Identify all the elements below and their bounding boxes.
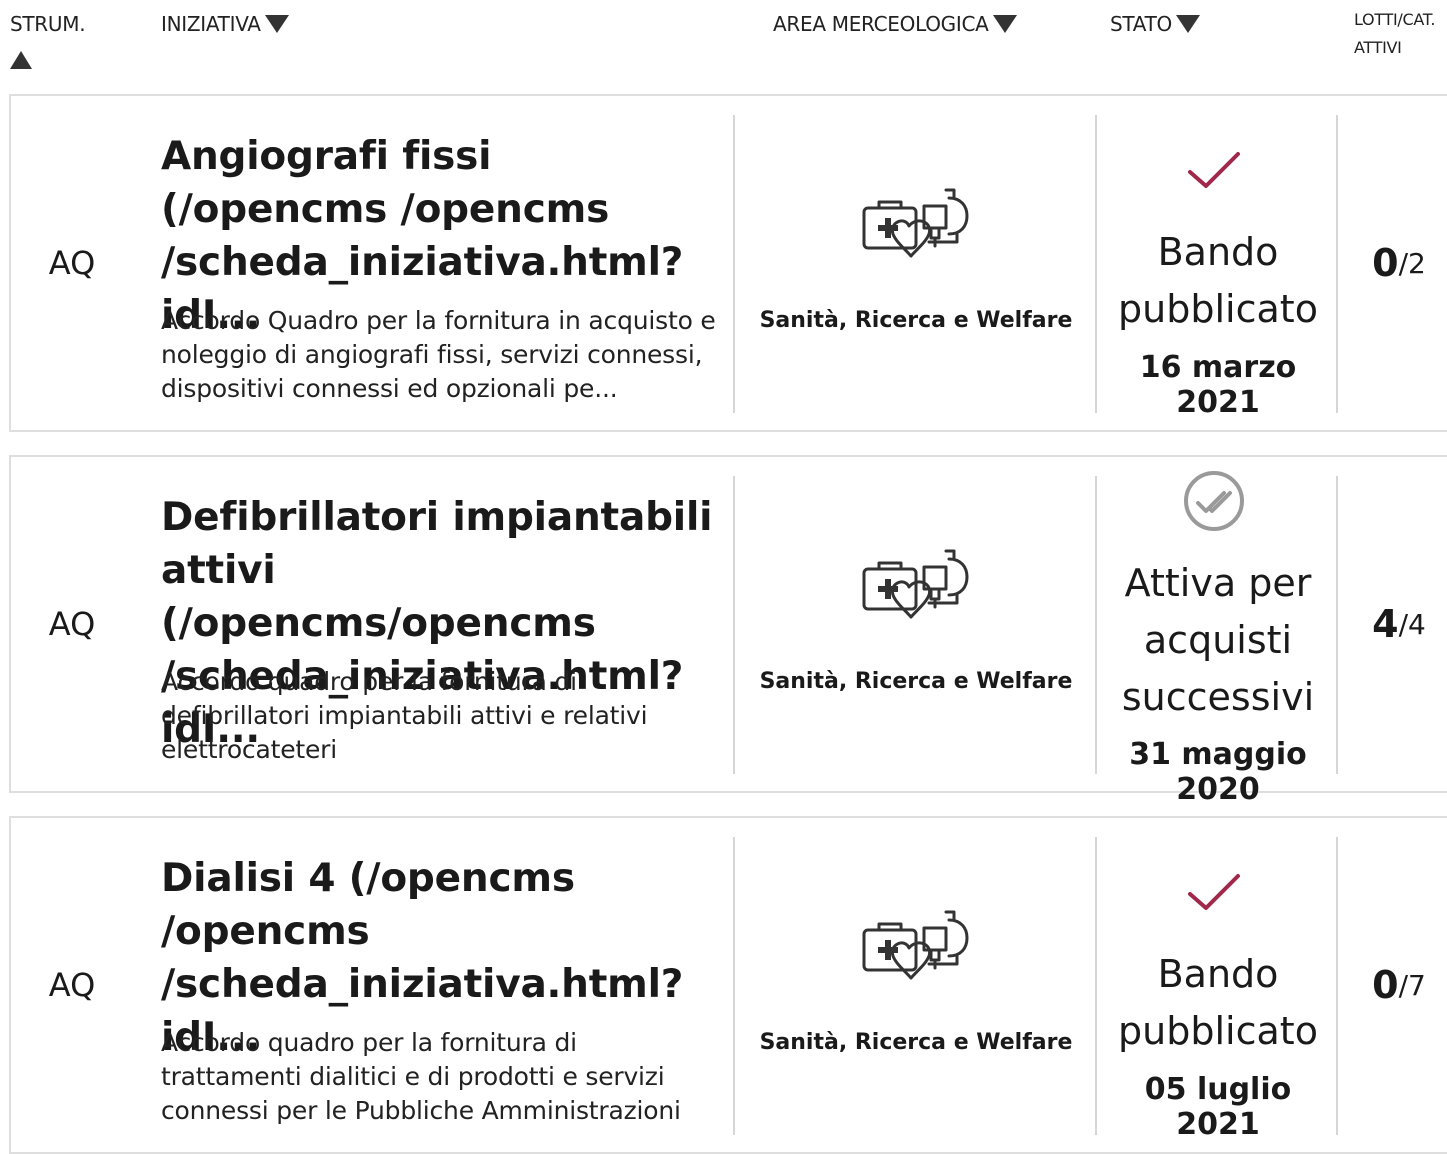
status-cell: Attiva per acquisti successivi 31 maggio… — [1098, 457, 1338, 807]
status-date: 16 marzo 2021 — [1139, 350, 1297, 420]
double-check-circle-icon — [1184, 471, 1244, 531]
column-divider — [733, 837, 735, 1135]
lotti-cell: 0/7 — [1339, 818, 1447, 1152]
sort-descending-icon[interactable] — [992, 15, 1017, 33]
lotti-cell: 4/4 — [1339, 457, 1447, 791]
area-cell: Sanità, Ricerca e Welfare — [736, 457, 1096, 791]
status-cell: Bando pubblicato 16 marzo 2021 — [1098, 96, 1338, 430]
column-divider — [1336, 115, 1338, 413]
sort-ascending-icon[interactable] — [10, 51, 32, 69]
column-divider — [733, 476, 735, 774]
initiative-row[interactable]: AQ Dialisi 4 (/opencms /opencms /scheda_… — [9, 816, 1447, 1154]
lotti-cell: 0/2 — [1339, 96, 1447, 430]
lotti-total-count: /7 — [1398, 968, 1426, 1002]
initiative-row[interactable]: AQ Angiografi fissi (/opencms /opencms /… — [9, 94, 1447, 432]
initiative-cell: Defibrillatori impiantabili attivi (/ope… — [161, 457, 721, 791]
initiative-description: Accordo Quadro per la fornitura in acqui… — [161, 306, 716, 403]
sort-descending-icon[interactable] — [1175, 15, 1200, 33]
column-header-stato[interactable]: STATO — [1110, 12, 1200, 36]
initiative-cell: Dialisi 4 (/opencms /opencms /scheda_ini… — [161, 818, 721, 1152]
column-header-stato-label: STATO — [1110, 12, 1172, 36]
initiative-row[interactable]: AQ Defibrillatori impiantabili attivi (/… — [9, 455, 1447, 807]
initiative-cell: Angiografi fissi (/opencms /opencms /sch… — [161, 96, 721, 430]
status-text: Bando pubblicato — [1118, 230, 1318, 331]
status-date: 05 luglio 2021 — [1144, 1072, 1292, 1142]
medical-kit-heart-microscope-icon — [862, 188, 969, 258]
area-cell: Sanità, Ricerca e Welfare — [736, 818, 1096, 1152]
column-divider — [733, 115, 735, 413]
column-header-lotti-line1: LOTTI/CAT. — [1354, 10, 1436, 29]
column-divider — [1095, 115, 1097, 413]
status-text: Bando pubblicato — [1118, 952, 1318, 1053]
area-label: Sanità, Ricerca e Welfare — [759, 1030, 1073, 1055]
lotti-total-count: /4 — [1398, 607, 1426, 641]
lotti-active-count: 4 — [1372, 602, 1399, 646]
check-icon — [1188, 874, 1240, 910]
strum-cell: AQ — [48, 966, 96, 1004]
strum-cell: AQ — [48, 244, 96, 282]
column-divider — [1336, 837, 1338, 1135]
column-header-lotti-line2: ATTIVI — [1354, 38, 1402, 57]
area-cell: Sanità, Ricerca e Welfare — [736, 96, 1096, 430]
column-header-lotti: LOTTI/CAT. ATTIVI — [1354, 6, 1435, 62]
medical-kit-heart-microscope-icon — [862, 910, 969, 980]
initiative-description: Accordo quadro per la fornitura di tratt… — [161, 1028, 681, 1125]
column-header-iniziativa[interactable]: INIZIATIVA — [161, 12, 289, 36]
column-header-area[interactable]: AREA MERCEOLOGICA — [773, 12, 1017, 36]
strum-cell: AQ — [48, 605, 96, 643]
status-cell: Bando pubblicato 05 luglio 2021 — [1098, 818, 1338, 1152]
lotti-active-count: 0 — [1372, 963, 1399, 1007]
check-icon — [1188, 152, 1240, 188]
medical-kit-heart-microscope-icon — [862, 549, 969, 619]
lotti-total-count: /2 — [1398, 246, 1426, 280]
column-divider — [1095, 837, 1097, 1135]
column-header-area-label: AREA MERCEOLOGICA — [773, 12, 989, 36]
lotti-active-count: 0 — [1372, 241, 1399, 285]
status-date: 31 maggio 2020 — [1129, 737, 1307, 807]
area-label: Sanità, Ricerca e Welfare — [759, 669, 1073, 694]
initiative-description: Accordo quadro per la fornitura di defib… — [161, 667, 648, 764]
column-header-strum-label: STRUM. — [10, 12, 86, 36]
column-header-strum[interactable]: STRUM. — [10, 12, 86, 74]
column-divider — [1336, 476, 1338, 774]
sort-descending-icon[interactable] — [264, 15, 289, 33]
column-header-iniziativa-label: INIZIATIVA — [161, 12, 261, 36]
column-divider — [1095, 476, 1097, 774]
area-label: Sanità, Ricerca e Welfare — [759, 308, 1073, 333]
status-text: Attiva per acquisti successivi — [1121, 561, 1315, 719]
